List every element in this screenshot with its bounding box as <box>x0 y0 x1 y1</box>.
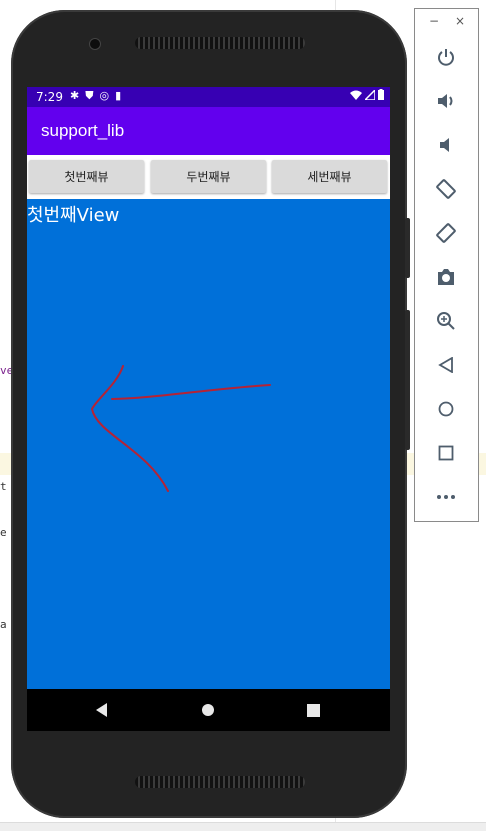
app-bar: support_lib <box>27 107 390 155</box>
volume-up-icon[interactable] <box>427 84 465 118</box>
emulator-tool-panel: − × <box>414 8 479 522</box>
ide-code-fragment: a <box>0 618 7 631</box>
status-bar: 7:29 ✱ ⛊ ◎ ▮ <box>27 87 390 107</box>
view-content: 첫번째View <box>27 199 390 689</box>
more-icon[interactable] <box>427 480 465 514</box>
vpn-icon: ◎ <box>99 89 110 102</box>
home-icon[interactable] <box>427 392 465 426</box>
power-side-button <box>405 218 410 278</box>
tab-third-view[interactable]: 세번째뷰 <box>272 160 387 193</box>
tab-first-view[interactable]: 첫번째뷰 <box>29 160 144 193</box>
rotate-right-icon[interactable] <box>427 216 465 250</box>
app-title: support_lib <box>41 121 125 140</box>
tab-second-view[interactable]: 두번째뷰 <box>151 160 266 193</box>
camera-icon[interactable] <box>427 260 465 294</box>
ide-code-fragment: e <box>0 526 7 539</box>
top-speaker <box>135 37 305 49</box>
power-icon[interactable] <box>427 40 465 74</box>
minimize-icon[interactable]: − <box>427 14 441 28</box>
signal-icon <box>363 87 376 103</box>
navigation-bar <box>27 689 390 731</box>
ide-code-fragment: t <box>0 480 7 493</box>
rotate-left-icon[interactable] <box>427 172 465 206</box>
battery-icon <box>378 89 384 103</box>
tab-bar: 첫번째뷰 두번째뷰 세번째뷰 <box>27 155 390 199</box>
close-icon[interactable]: × <box>453 14 467 28</box>
sd-card-icon: ▮ <box>115 89 122 102</box>
bottom-speaker <box>135 776 305 788</box>
overview-icon[interactable] <box>427 436 465 470</box>
device-screen: 7:29 ✱ ⛊ ◎ ▮ support_lib 첫번째뷰 두번째뷰 세번째뷰 … <box>27 87 390 731</box>
status-time: 7:29 <box>36 90 63 104</box>
wifi-icon <box>350 90 362 103</box>
zoom-icon[interactable] <box>427 304 465 338</box>
gear-icon: ✱ <box>70 89 80 102</box>
arrow-annotation <box>90 365 271 492</box>
volume-down-icon[interactable] <box>427 128 465 162</box>
nav-back-icon[interactable] <box>72 689 132 731</box>
nav-recents-icon[interactable] <box>283 689 343 731</box>
front-camera <box>89 38 101 50</box>
shield-icon: ⛊ <box>85 89 94 102</box>
back-icon[interactable] <box>427 348 465 382</box>
volume-side-button <box>405 310 410 450</box>
nav-home-icon[interactable] <box>178 689 238 731</box>
